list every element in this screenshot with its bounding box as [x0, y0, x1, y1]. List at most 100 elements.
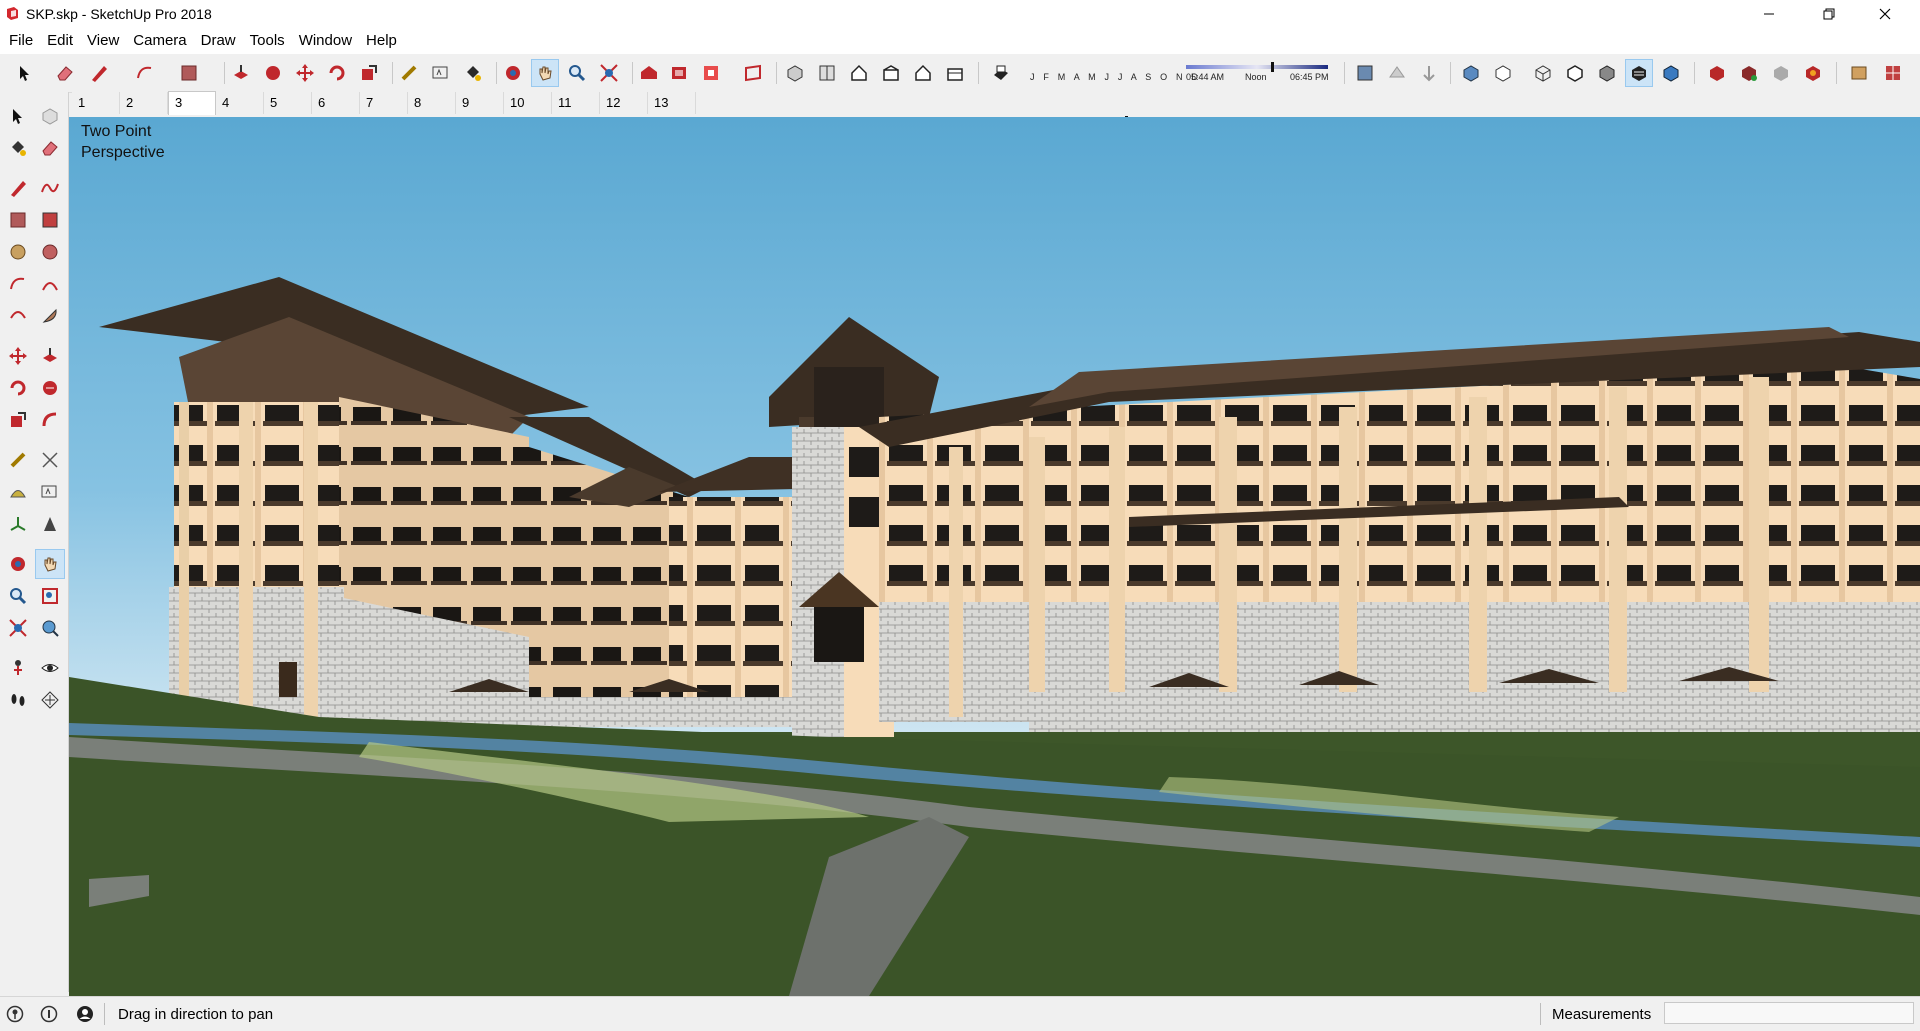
plugin-button-1[interactable] [1704, 60, 1730, 86]
menu-camera[interactable]: Camera [126, 28, 193, 54]
restore-button[interactable] [1806, 0, 1852, 28]
model-viewport[interactable]: Two Point Perspective [69, 117, 1920, 996]
wireframe-button[interactable] [1530, 60, 1556, 86]
plugin-button-4[interactable] [1800, 60, 1826, 86]
eraser-tool[interactable] [36, 134, 64, 162]
orbit-tool[interactable] [4, 550, 32, 578]
three-point-arc-tool[interactable] [4, 302, 32, 330]
extension-manager-button[interactable] [698, 60, 724, 86]
shaded-textures-button[interactable] [1625, 59, 1653, 87]
scene-tab-10[interactable]: 10 [504, 92, 552, 114]
scene-tab-11[interactable]: 11 [552, 92, 600, 114]
rotate-tool[interactable] [4, 374, 32, 402]
dimension-tool[interactable] [36, 446, 64, 474]
back-edges-button[interactable] [1490, 60, 1516, 86]
zoom-tool[interactable] [4, 582, 32, 610]
menu-file[interactable]: File [2, 28, 40, 54]
right-view-button[interactable] [878, 60, 904, 86]
look-around-tool[interactable] [36, 654, 64, 682]
top-view-button[interactable] [814, 60, 840, 86]
layout-button[interactable] [740, 60, 766, 86]
scene-tab-6[interactable]: 6 [312, 92, 360, 114]
left-view-button[interactable] [942, 60, 968, 86]
menu-edit[interactable]: Edit [40, 28, 80, 54]
scale-button[interactable] [356, 60, 382, 86]
shaded-button[interactable] [1594, 60, 1620, 86]
pan-button[interactable] [531, 59, 559, 87]
line-tool[interactable] [4, 174, 32, 202]
zoom-extents-tool[interactable] [4, 614, 32, 642]
tape-measure-tool[interactable] [4, 446, 32, 474]
hidden-line-button[interactable] [1562, 60, 1588, 86]
push-pull-button[interactable] [228, 60, 254, 86]
push-pull-tool[interactable] [36, 342, 64, 370]
scene-tab-13[interactable]: 13 [648, 92, 696, 114]
paint-bucket-button[interactable] [460, 60, 486, 86]
axes-tool[interactable] [4, 510, 32, 538]
scene-tab-9[interactable]: 9 [456, 92, 504, 114]
shadows-toggle-button[interactable] [988, 60, 1014, 86]
plugin-button-2[interactable] [1736, 60, 1762, 86]
rotate-button[interactable] [324, 60, 350, 86]
previous-view-tool[interactable] [36, 614, 64, 642]
pie-tool[interactable] [36, 302, 64, 330]
back-view-button[interactable] [910, 60, 936, 86]
two-point-arc-tool[interactable] [36, 270, 64, 298]
text-tool[interactable] [36, 478, 64, 506]
scene-tab-3[interactable]: 3 [168, 91, 216, 115]
display-section-cuts-button[interactable] [1416, 60, 1442, 86]
plugin-button-6[interactable] [1880, 60, 1906, 86]
orbit-button[interactable] [500, 60, 526, 86]
scene-tab-2[interactable]: 2 [120, 92, 168, 114]
menu-help[interactable]: Help [359, 28, 404, 54]
3d-text-tool[interactable] [36, 510, 64, 538]
pan-tool[interactable] [35, 549, 65, 579]
eraser-tool-button[interactable] [52, 60, 78, 86]
position-camera-tool[interactable] [4, 654, 32, 682]
tape-measure-button[interactable] [396, 60, 422, 86]
credits-icon[interactable] [40, 1005, 58, 1023]
select-tool[interactable] [4, 102, 32, 130]
minimize-button[interactable] [1746, 0, 1792, 28]
scene-tab-1[interactable]: 1 [72, 92, 120, 114]
menu-view[interactable]: View [80, 28, 126, 54]
geo-location-icon[interactable] [6, 1005, 24, 1023]
iso-view-button[interactable] [782, 60, 808, 86]
protractor-tool[interactable] [4, 478, 32, 506]
zoom-window-tool[interactable] [36, 582, 64, 610]
rotated-rectangle-tool[interactable] [36, 206, 64, 234]
scene-tab-7[interactable]: 7 [360, 92, 408, 114]
freehand-tool[interactable] [36, 174, 64, 202]
menu-window[interactable]: Window [292, 28, 359, 54]
monochrome-button[interactable] [1658, 60, 1684, 86]
make-component-tool[interactable] [36, 102, 64, 130]
user-account-icon[interactable] [76, 1005, 94, 1023]
close-button[interactable] [1862, 0, 1908, 28]
plugin-button-3[interactable] [1768, 60, 1794, 86]
move-tool[interactable] [4, 342, 32, 370]
offset-tool[interactable] [36, 406, 64, 434]
menu-tools[interactable]: Tools [243, 28, 292, 54]
follow-me-tool[interactable] [36, 374, 64, 402]
scene-tab-8[interactable]: 8 [408, 92, 456, 114]
scale-tool[interactable] [4, 406, 32, 434]
scene-tab-12[interactable]: 12 [600, 92, 648, 114]
rectangle-tool[interactable] [4, 206, 32, 234]
text-tool-button[interactable] [428, 60, 454, 86]
move-button[interactable] [292, 60, 318, 86]
front-view-button[interactable] [846, 60, 872, 86]
zoom-extents-button[interactable] [596, 60, 622, 86]
warehouse-button[interactable] [636, 60, 662, 86]
circle-tool[interactable] [4, 238, 32, 266]
polygon-tool[interactable] [36, 238, 64, 266]
walk-tool[interactable] [4, 686, 32, 714]
scene-tab-4[interactable]: 4 [216, 92, 264, 114]
paint-bucket-tool[interactable] [4, 134, 32, 162]
plugin-button-5[interactable] [1846, 60, 1872, 86]
rectangle-tool-button[interactable] [176, 60, 202, 86]
arc-tool-button[interactable] [132, 60, 158, 86]
section-plane-button[interactable] [1352, 60, 1378, 86]
section-plane-tool[interactable] [36, 686, 64, 714]
zoom-button[interactable] [564, 60, 590, 86]
line-tool-button[interactable] [86, 60, 112, 86]
